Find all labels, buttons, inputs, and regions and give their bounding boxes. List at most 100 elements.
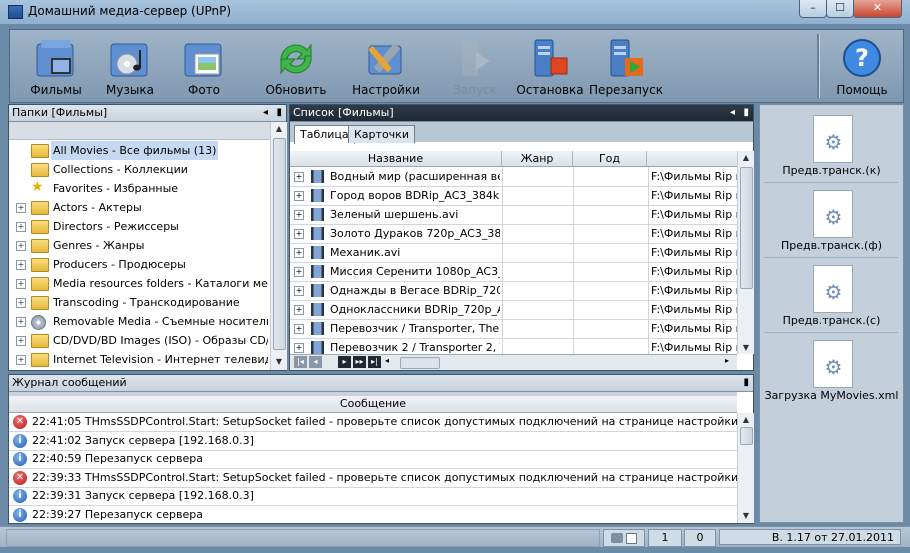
expand-icon[interactable]: + bbox=[294, 324, 304, 334]
hscroll-thumb[interactable] bbox=[400, 357, 440, 369]
scroll-thumb[interactable] bbox=[740, 167, 753, 289]
expand-icon[interactable]: + bbox=[16, 355, 26, 365]
log-entry[interactable]: ✕ 22:41:05 THmsSSDPControl.Start: SetupSo… bbox=[9, 413, 737, 432]
movie-row[interactable]: + Механик.avi F:\Фильмы Rip и А bbox=[290, 243, 737, 263]
expand-icon[interactable]: + bbox=[294, 191, 304, 201]
folder-tree-item[interactable]: + Transcoding - Транскодирование bbox=[9, 293, 268, 312]
photo-button[interactable]: Фото bbox=[168, 30, 240, 102]
expand-icon[interactable]: + bbox=[16, 203, 26, 213]
log-scrollbar[interactable]: ▲ ▼ bbox=[737, 413, 754, 523]
expand-icon[interactable]: + bbox=[16, 222, 26, 232]
transcode-action-button[interactable]: ⚙ Предв.транск.(к) bbox=[760, 109, 903, 184]
pin-icon[interactable]: ▮ bbox=[743, 105, 749, 121]
column-year[interactable]: Год bbox=[573, 151, 647, 166]
panel-menu-icon[interactable]: ◂ bbox=[730, 105, 735, 121]
folders-scrollbar[interactable]: ▲ ▼ bbox=[270, 122, 287, 370]
expand-icon[interactable]: + bbox=[294, 343, 304, 353]
movie-path: F:\Фильмы Rip и А bbox=[648, 281, 737, 300]
folder-tree-item[interactable]: + Producers - Продюсеры bbox=[9, 255, 268, 274]
transcode-action-button[interactable]: ⚙ Предв.транск.(ф) bbox=[760, 184, 903, 259]
tab-table[interactable]: Таблица bbox=[294, 125, 355, 144]
movie-row[interactable]: + Зеленый шершень.avi F:\Фильмы Rip и А bbox=[290, 205, 737, 225]
hscroll-right-icon[interactable]: ▸ bbox=[725, 356, 729, 365]
movie-row[interactable]: + Город воров BDRip_AC3_384kb.m F:\Фильмы … bbox=[290, 186, 737, 206]
scroll-up-icon[interactable]: ▲ bbox=[738, 151, 754, 164]
scroll-down-icon[interactable]: ▼ bbox=[738, 341, 754, 354]
column-genre[interactable]: Жанр bbox=[502, 151, 573, 166]
expand-icon[interactable]: + bbox=[294, 229, 304, 239]
transcode-action-button[interactable]: ⚙ Загрузка MyMovies.xml bbox=[760, 334, 903, 409]
minimize-button[interactable]: – bbox=[799, 0, 827, 18]
hscroll-left-icon[interactable]: ◂ bbox=[385, 356, 389, 365]
log-entry[interactable]: i 22:40:59 Перезапуск сервера bbox=[9, 450, 737, 469]
expand-icon[interactable]: + bbox=[16, 336, 26, 346]
expand-icon[interactable]: + bbox=[16, 241, 26, 251]
restart-button[interactable]: Перезапуск bbox=[586, 30, 666, 102]
folder-tree-item[interactable]: Collections - Коллекции bbox=[9, 160, 268, 179]
next-page-icon[interactable]: ▸▸ bbox=[353, 356, 366, 368]
expand-icon[interactable]: + bbox=[294, 210, 304, 220]
movie-row[interactable]: + Водный мир (расширенная верси F:\Фильмы … bbox=[290, 167, 737, 187]
scroll-thumb[interactable] bbox=[273, 138, 286, 350]
log-column-message[interactable]: Сообщение bbox=[9, 396, 737, 413]
pin-icon[interactable]: ▮ bbox=[276, 105, 282, 121]
expand-icon[interactable]: + bbox=[294, 286, 304, 296]
folder-tree-item[interactable]: + Genres - Жанры bbox=[9, 236, 268, 255]
log-entry[interactable]: i 22:39:27 Перезапуск сервера bbox=[9, 506, 737, 524]
movie-title: Однажды в Вегасе BDRip_720p_D bbox=[330, 284, 500, 297]
expand-icon[interactable]: + bbox=[16, 279, 26, 289]
scroll-up-icon[interactable]: ▲ bbox=[738, 413, 754, 426]
movie-row[interactable]: + Одноклассники BDRip_720p_AC3_ F:\Фильмы … bbox=[290, 300, 737, 320]
transcode-action-button[interactable]: ⚙ Предв.транск.(с) bbox=[760, 259, 903, 334]
folder-tree-label: Producers - Продюсеры bbox=[53, 258, 186, 271]
maximize-button[interactable]: ☐ bbox=[826, 0, 854, 18]
status-checkbox[interactable] bbox=[626, 532, 638, 544]
movie-row[interactable]: + Однажды в Вегасе BDRip_720p_D F:\Фильмы … bbox=[290, 281, 737, 301]
music-button[interactable]: Музыка bbox=[94, 30, 166, 102]
folder-tree-item[interactable]: + Actors - Актеры bbox=[9, 198, 268, 217]
help-button[interactable]: ? Помощь bbox=[826, 30, 898, 102]
expand-icon[interactable]: + bbox=[16, 298, 26, 308]
folder-tree-item[interactable]: All Movies - Все фильмы (13) bbox=[9, 141, 268, 160]
log-entry[interactable]: i 22:41:02 Запуск сервера [192.168.0.3] bbox=[9, 432, 737, 451]
movie-row[interactable]: + Миссия Серенити 1080p_AC3_448 F:\Фильмы … bbox=[290, 262, 737, 282]
column-path[interactable] bbox=[647, 151, 737, 166]
expand-icon[interactable]: + bbox=[16, 317, 26, 327]
scroll-down-icon[interactable]: ▼ bbox=[271, 355, 287, 368]
movie-row[interactable]: + Золото Дураков 720p_AC3_384kb F:\Фильмы … bbox=[290, 224, 737, 244]
folder-tree-item[interactable]: + CD/DVD/BD Images (ISO) - Образы CD/ bbox=[9, 331, 268, 350]
folder-tree-item[interactable]: + Removable Media - Съемные носители bbox=[9, 312, 268, 331]
stop-button[interactable]: Остановка bbox=[514, 30, 586, 102]
log-entry[interactable]: i 22:39:31 Запуск сервера [192.168.0.3] bbox=[9, 487, 737, 506]
panel-menu-icon[interactable]: ◂ bbox=[263, 105, 268, 121]
folder-tree-item[interactable]: + Media resources folders - Каталоги мед bbox=[9, 274, 268, 293]
refresh-button[interactable]: Обновить bbox=[254, 30, 338, 102]
movie-row[interactable]: + Перевозчик 2 / Transporter 2, The F:\Фил… bbox=[290, 338, 737, 354]
start-button[interactable]: Запуск bbox=[435, 30, 515, 102]
movie-row[interactable]: + Перевозчик / Transporter, The (20 F:\Фил… bbox=[290, 319, 737, 339]
column-name[interactable]: Название bbox=[290, 151, 502, 166]
expand-icon[interactable]: + bbox=[294, 267, 304, 277]
folder-tree-item[interactable]: + Directors - Режиссеры bbox=[9, 217, 268, 236]
first-record-icon[interactable]: |◂ bbox=[294, 356, 307, 368]
films-button[interactable]: Фильмы bbox=[18, 30, 94, 102]
pin-icon[interactable]: ▮ bbox=[743, 375, 749, 391]
settings-button[interactable]: Настройки bbox=[346, 30, 426, 102]
scroll-thumb[interactable] bbox=[740, 427, 753, 445]
next-record-icon[interactable]: ▸ bbox=[338, 356, 351, 368]
folder-tree-item[interactable]: + Internet Television - Интернет телевид bbox=[9, 350, 268, 369]
expand-icon[interactable]: + bbox=[16, 260, 26, 270]
folder-tree-item[interactable]: ★ Favorites - Избранные bbox=[9, 179, 268, 198]
close-button[interactable]: ✕ bbox=[853, 0, 902, 18]
expand-icon[interactable]: + bbox=[294, 172, 304, 182]
scroll-down-icon[interactable]: ▼ bbox=[738, 509, 754, 522]
scroll-up-icon[interactable]: ▲ bbox=[271, 122, 287, 135]
log-entry[interactable]: ✕ 22:39:33 THmsSSDPControl.Start: SetupSo… bbox=[9, 469, 737, 488]
expand-icon[interactable]: + bbox=[294, 305, 304, 315]
grid-scrollbar[interactable]: ▲ ▼ bbox=[737, 151, 754, 354]
expand-icon[interactable]: + bbox=[294, 248, 304, 258]
tab-cards[interactable]: Карточки bbox=[348, 125, 415, 143]
prev-record-icon[interactable]: ◂ bbox=[309, 356, 322, 368]
toolbar-separator bbox=[817, 34, 820, 98]
last-record-icon[interactable]: ▸| bbox=[368, 356, 381, 368]
